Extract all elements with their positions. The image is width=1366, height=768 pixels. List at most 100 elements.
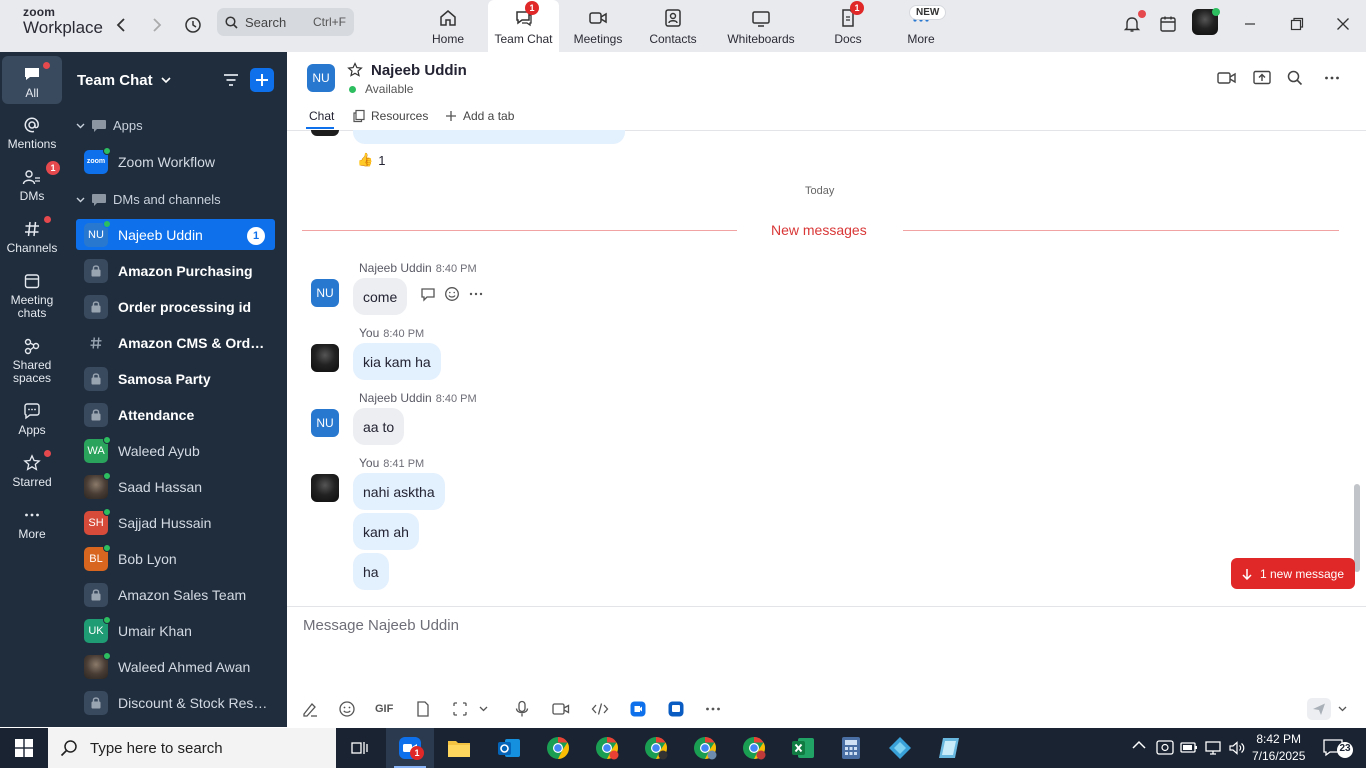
tab-more[interactable]: More NEW [891, 0, 951, 52]
contact-avatar[interactable]: NU [311, 409, 339, 437]
global-search-box[interactable]: Search Ctrl+F [217, 8, 354, 36]
minimize-icon[interactable] [1238, 12, 1262, 36]
list-item[interactable]: Waleed Ahmed Awan [76, 651, 275, 682]
tray-app-icon[interactable] [1156, 740, 1174, 756]
tab-meetings[interactable]: Meetings [568, 0, 628, 52]
list-item[interactable]: Saad Hassan [76, 471, 275, 502]
rail-starred[interactable]: Starred [2, 450, 62, 489]
tab-add[interactable]: Add a tab [445, 109, 514, 123]
chrome-profile-4-icon[interactable] [681, 728, 729, 768]
network-icon[interactable] [1204, 740, 1222, 756]
calendar-icon[interactable] [1156, 12, 1180, 36]
message-bubble[interactable]: kam ah [353, 513, 419, 550]
message-bubble[interactable]: aa to [353, 408, 405, 445]
send-options-chevron-icon[interactable] [1338, 699, 1347, 719]
new-message-jump-button[interactable]: 1 new message [1231, 558, 1355, 589]
profile-avatar[interactable] [1192, 8, 1220, 35]
calculator-icon[interactable] [827, 728, 875, 768]
message-bubble[interactable]: kia kam ha [353, 343, 441, 380]
message-bubble[interactable]: nahi asktha [353, 473, 445, 510]
contact-name[interactable]: Najeeb Uddin [371, 62, 467, 79]
tab-team-chat[interactable]: Team Chat 1 [488, 0, 559, 52]
list-item[interactable]: Amazon Sales Team [76, 579, 275, 610]
tab-chat[interactable]: Chat [309, 109, 334, 123]
microphone-icon[interactable] [515, 699, 529, 719]
list-item[interactable]: Amazon CMS & Order... [76, 327, 275, 358]
star-icon[interactable] [347, 62, 363, 83]
search-icon[interactable] [1287, 70, 1303, 91]
filter-icon[interactable] [221, 70, 241, 95]
back-arrow-icon[interactable] [110, 14, 132, 36]
code-snippet-icon[interactable] [591, 699, 609, 719]
notification-bell-icon[interactable] [1120, 10, 1146, 36]
windows-start-icon[interactable] [0, 728, 48, 768]
contact-avatar[interactable]: NU [311, 279, 339, 307]
task-view-icon[interactable] [336, 728, 384, 768]
my-avatar[interactable] [311, 344, 339, 372]
list-item[interactable]: NU Najeeb Uddin 1 [76, 219, 275, 250]
emoji-icon[interactable] [338, 699, 356, 719]
contact-avatar[interactable]: NU [307, 64, 335, 92]
section-dms-channels[interactable]: DMs and channels [76, 192, 221, 207]
message-bubble[interactable]: ha [353, 553, 389, 590]
volume-icon[interactable] [1228, 740, 1246, 756]
list-item[interactable]: Amazon Purchasing [76, 255, 275, 286]
format-text-icon[interactable] [301, 699, 319, 719]
list-item[interactable]: Order processing id [76, 291, 275, 322]
taskbar-clock[interactable]: 8:42 PM 7/16/2025 [1252, 731, 1305, 765]
file-explorer-icon[interactable] [435, 728, 483, 768]
tab-resources[interactable]: Resources [352, 109, 428, 123]
video-message-icon[interactable] [552, 699, 570, 719]
tab-home[interactable]: Home [418, 0, 478, 52]
rail-meeting-chats[interactable]: Meeting chats [2, 268, 62, 320]
chrome-profile-5-icon[interactable] [730, 728, 778, 768]
close-icon[interactable] [1331, 12, 1355, 36]
tray-chevron-up-icon[interactable] [1132, 740, 1146, 750]
list-item[interactable]: UK Umair Khan [76, 615, 275, 646]
forward-arrow-icon[interactable] [146, 14, 168, 36]
message-bubble[interactable]: come [353, 278, 408, 315]
message-input[interactable]: Message Najeeb Uddin [303, 617, 1303, 634]
share-screen-icon[interactable] [1253, 70, 1271, 91]
rail-all[interactable]: All [2, 56, 62, 104]
app-notebook-icon[interactable] [925, 728, 973, 768]
new-chat-button[interactable] [250, 68, 274, 92]
tab-docs[interactable]: Docs 1 [818, 0, 878, 52]
chrome-icon[interactable] [534, 728, 582, 768]
emoji-reaction-icon[interactable] [444, 286, 460, 302]
list-item-zoom-workflow[interactable]: zoom Zoom Workflow [76, 146, 275, 177]
tab-contacts[interactable]: Contacts [643, 0, 703, 52]
screenshot-options-chevron-icon[interactable] [479, 699, 488, 719]
message-more-icon[interactable] [468, 286, 484, 302]
chat-scrollbar[interactable] [1354, 484, 1360, 572]
reaction-chip[interactable]: 👍 1 [357, 152, 385, 168]
section-apps[interactable]: Apps [76, 118, 143, 133]
taskbar-search[interactable]: Type here to search [48, 728, 336, 768]
list-item[interactable]: BL Bob Lyon [76, 543, 275, 574]
more-options-icon[interactable] [1324, 70, 1340, 91]
app-diamond-icon[interactable] [876, 728, 924, 768]
history-icon[interactable] [182, 14, 204, 36]
tab-whiteboards[interactable]: Whiteboards [722, 0, 800, 52]
reply-icon[interactable] [420, 286, 436, 302]
chrome-profile-3-icon[interactable] [632, 728, 680, 768]
restore-icon[interactable] [1285, 12, 1309, 36]
attach-file-icon[interactable] [415, 699, 431, 719]
list-item[interactable]: Samosa Party [76, 363, 275, 394]
excel-icon[interactable] [779, 728, 827, 768]
rail-channels[interactable]: Channels [2, 216, 62, 255]
video-call-icon[interactable] [1217, 70, 1237, 91]
chrome-profile-2-icon[interactable] [583, 728, 631, 768]
gif-button[interactable]: GIF [375, 699, 393, 719]
list-item[interactable]: Attendance [76, 399, 275, 430]
my-avatar[interactable] [311, 474, 339, 502]
rail-shared-spaces[interactable]: Shared spaces [2, 333, 62, 385]
list-item[interactable]: Discount & Stock Reser... [76, 687, 275, 718]
more-tools-icon[interactable] [705, 699, 721, 719]
list-item[interactable]: WA Waleed Ayub [76, 435, 275, 466]
app-integration-icon[interactable] [630, 699, 646, 719]
panel-title[interactable]: Team Chat [77, 72, 171, 89]
send-icon[interactable] [1307, 698, 1331, 720]
battery-icon[interactable] [1180, 740, 1198, 754]
whiteboard-share-icon[interactable] [668, 699, 684, 719]
